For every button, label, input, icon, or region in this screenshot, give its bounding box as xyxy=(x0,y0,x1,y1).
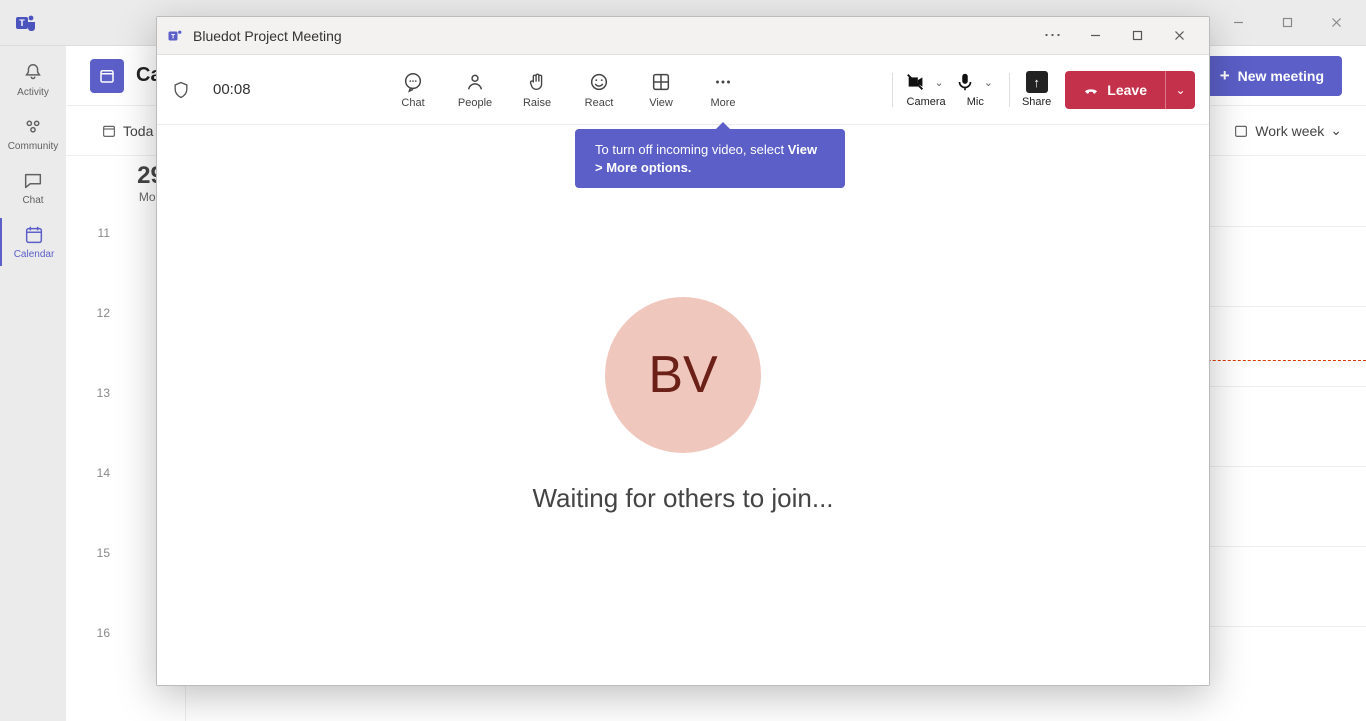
bg-minimize-button[interactable] xyxy=(1216,8,1260,38)
calendar-time-column: 11 12 13 14 15 16 xyxy=(66,156,116,721)
bg-close-button[interactable] xyxy=(1314,8,1358,38)
work-week-dropdown[interactable]: Work week ⌄ xyxy=(1233,122,1342,139)
calendar-small-icon xyxy=(101,123,117,139)
leave-label: Leave xyxy=(1107,82,1147,98)
chevron-down-icon[interactable]: ⌄ xyxy=(980,76,997,89)
raise-hand-button[interactable]: Raise xyxy=(517,71,557,109)
sidebar-item-label: Calendar xyxy=(14,249,55,260)
avatar-initials: BV xyxy=(648,345,717,405)
today-button[interactable]: Toda xyxy=(90,116,164,146)
people-button[interactable]: People xyxy=(455,71,495,109)
more-button[interactable]: More xyxy=(703,71,743,109)
app-sidebar: Activity Community Chat Calendar xyxy=(0,46,66,721)
people-icon xyxy=(464,71,486,93)
more-icon xyxy=(712,71,734,93)
meeting-title: Bluedot Project Meeting xyxy=(193,28,342,44)
meeting-maximize-button[interactable] xyxy=(1117,21,1157,51)
toolbar-divider xyxy=(892,73,893,107)
shield-icon[interactable] xyxy=(171,80,191,100)
smiley-icon xyxy=(588,71,610,93)
chat-icon xyxy=(22,170,44,192)
chat-label: Chat xyxy=(401,97,424,109)
chat-bubble-icon xyxy=(402,71,424,93)
hand-icon xyxy=(526,71,548,93)
sidebar-item-community[interactable]: Community xyxy=(0,110,66,158)
react-button[interactable]: React xyxy=(579,71,619,109)
mic-label: Mic xyxy=(967,96,984,108)
calendar-header-icon xyxy=(90,59,124,93)
today-label: Toda xyxy=(123,123,153,139)
community-icon xyxy=(22,116,44,138)
view-tooltip: To turn off incoming video, select View … xyxy=(575,129,845,188)
meeting-window: T Bluedot Project Meeting ⋯ 00:08 Chat P… xyxy=(156,16,1210,686)
more-label: More xyxy=(710,97,735,109)
leave-button[interactable]: Leave xyxy=(1065,71,1165,109)
mic-icon xyxy=(954,71,976,93)
camera-off-icon xyxy=(905,71,927,93)
new-meeting-label: New meeting xyxy=(1238,68,1324,84)
plus-icon: + xyxy=(1220,66,1230,86)
calendar-hour: 15 xyxy=(66,546,116,626)
calendar-icon xyxy=(23,224,45,246)
meeting-timer: 00:08 xyxy=(213,81,251,98)
view-label: View xyxy=(649,97,673,109)
share-icon: ↑ xyxy=(1026,71,1048,93)
meeting-more-options-button[interactable]: ⋯ xyxy=(1033,21,1073,51)
calendar-hour: 16 xyxy=(66,626,116,706)
leave-caret-button[interactable]: ⌄ xyxy=(1165,71,1195,109)
view-button[interactable]: View xyxy=(641,71,681,109)
share-label: Share xyxy=(1022,96,1051,108)
meeting-close-button[interactable] xyxy=(1159,21,1199,51)
chevron-down-icon[interactable]: ⌄ xyxy=(931,76,948,89)
mic-button[interactable]: ⌄ Mic xyxy=(954,71,997,108)
share-button[interactable]: ↑ Share xyxy=(1022,71,1051,108)
teams-logo-icon: T xyxy=(14,11,38,35)
new-meeting-button[interactable]: + New meeting xyxy=(1202,56,1342,96)
sidebar-item-label: Chat xyxy=(22,195,43,206)
sidebar-item-label: Community xyxy=(8,141,59,152)
hangup-icon xyxy=(1083,82,1099,98)
calendar-hour: 13 xyxy=(66,386,116,466)
camera-button[interactable]: ⌄ Camera xyxy=(905,71,948,108)
sidebar-item-activity[interactable]: Activity xyxy=(0,56,66,104)
meeting-titlebar: T Bluedot Project Meeting ⋯ xyxy=(157,17,1209,55)
meeting-toolbar: 00:08 Chat People Raise React View xyxy=(157,55,1209,125)
work-week-label: Work week xyxy=(1255,123,1324,139)
grid-icon xyxy=(650,71,672,93)
teams-logo-icon: T xyxy=(167,27,185,45)
raise-label: Raise xyxy=(523,97,551,109)
toolbar-divider xyxy=(1009,73,1010,107)
react-label: React xyxy=(585,97,614,109)
sidebar-item-calendar[interactable]: Calendar xyxy=(0,218,66,266)
tooltip-text-1: To turn off incoming video, select xyxy=(595,142,788,157)
bg-maximize-button[interactable] xyxy=(1265,8,1309,38)
camera-label: Camera xyxy=(907,96,946,108)
calendar-hour: 14 xyxy=(66,466,116,546)
calendar-small-icon xyxy=(1233,123,1249,139)
sidebar-item-label: Activity xyxy=(17,87,49,98)
waiting-message: Waiting for others to join... xyxy=(532,483,833,514)
meeting-minimize-button[interactable] xyxy=(1075,21,1115,51)
people-label: People xyxy=(458,97,492,109)
chevron-down-icon: ⌄ xyxy=(1330,122,1342,139)
participant-avatar: BV xyxy=(605,297,761,453)
chat-button[interactable]: Chat xyxy=(393,71,433,109)
calendar-hour: 11 xyxy=(66,226,116,306)
svg-text:T: T xyxy=(19,18,25,28)
meeting-body: To turn off incoming video, select View … xyxy=(157,125,1209,685)
sidebar-item-chat[interactable]: Chat xyxy=(0,164,66,212)
calendar-hour: 12 xyxy=(66,306,116,386)
bell-icon xyxy=(22,62,44,84)
